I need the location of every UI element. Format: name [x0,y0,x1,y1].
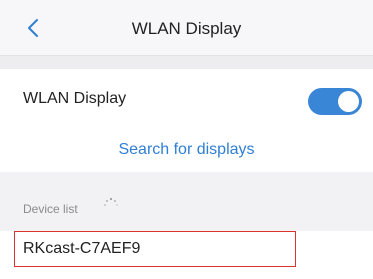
search-displays-button[interactable]: Search for displays [0,141,373,159]
nav-header: WLAN Display [0,0,373,56]
toggle-knob [338,91,359,112]
page-title: WLAN Display [131,19,242,38]
device-name: RKcast-C7AEF9 [23,240,141,257]
device-list-label: Device list [23,202,78,216]
section-spacer [0,56,373,69]
wlan-display-label: WLAN Display [23,90,127,107]
wlan-display-toggle[interactable] [308,88,362,115]
wlan-settings-section: WLAN Display Search for displays [0,69,373,172]
list-item[interactable]: RKcast-C7AEF9 [14,231,296,267]
device-list: RKcast-C7AEF9 [0,231,373,279]
loading-spinner-icon [104,197,118,206]
